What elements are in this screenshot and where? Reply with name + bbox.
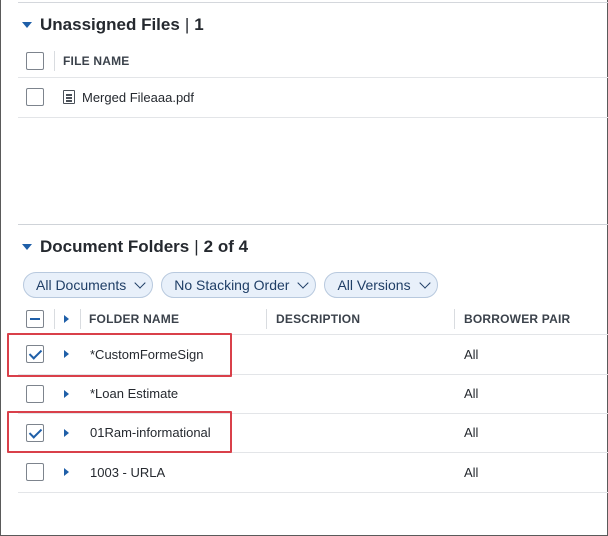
top-border xyxy=(18,2,608,3)
document-folders-title: Document Folders xyxy=(40,237,190,256)
select-all-folders-checkbox[interactable] xyxy=(26,310,44,328)
description-column-header[interactable]: DESCRIPTION xyxy=(276,312,360,326)
all-documents-filter[interactable]: All Documents xyxy=(23,272,154,298)
column-divider xyxy=(80,309,81,329)
filter-chips: All Documents No Stacking Order All Vers… xyxy=(23,272,438,298)
folder-borrower-pair: All xyxy=(464,347,479,362)
file-name-column-header[interactable]: FILE NAME xyxy=(63,54,129,68)
document-icon xyxy=(63,90,75,104)
expand-all-icon[interactable] xyxy=(64,315,69,323)
versions-filter[interactable]: All Versions xyxy=(324,272,438,298)
selection-highlight xyxy=(7,411,232,453)
stacking-order-filter[interactable]: No Stacking Order xyxy=(161,272,317,298)
column-divider xyxy=(454,309,455,329)
unassigned-files-header[interactable]: Unassigned Files | 1 xyxy=(22,15,204,35)
file-row-checkbox[interactable] xyxy=(26,88,44,106)
folder-name-column-header[interactable]: FOLDER NAME xyxy=(89,312,179,326)
chip-label: All Versions xyxy=(337,277,411,293)
document-folders-header[interactable]: Document Folders | 2 of 4 xyxy=(22,237,248,257)
chip-label: All Documents xyxy=(36,277,127,293)
table-row[interactable]: Merged Fileaaa.pdf xyxy=(18,78,608,118)
chevron-down-icon xyxy=(297,277,310,289)
select-all-files-checkbox[interactable] xyxy=(26,52,44,70)
column-divider xyxy=(266,309,267,329)
folder-name[interactable]: 1003 - URLA xyxy=(90,465,165,480)
folder-borrower-pair: All xyxy=(464,465,479,480)
caret-down-icon[interactable] xyxy=(22,22,32,28)
document-folders-count: 2 of 4 xyxy=(203,237,249,256)
column-divider xyxy=(54,309,55,329)
unassigned-files-title: Unassigned Files xyxy=(40,15,180,34)
folders-table-header: FOLDER NAME DESCRIPTION BORROWER PAIR xyxy=(18,302,608,335)
unassigned-files-count: 1 xyxy=(194,15,204,34)
column-divider xyxy=(54,51,55,71)
section-divider xyxy=(18,224,608,225)
folder-borrower-pair: All xyxy=(464,425,479,440)
table-row[interactable]: *Loan Estimate All xyxy=(18,375,608,414)
caret-down-icon[interactable] xyxy=(22,244,32,250)
selection-highlight xyxy=(7,333,232,377)
caret-right-icon[interactable] xyxy=(64,468,69,476)
folder-row-checkbox[interactable] xyxy=(26,385,44,403)
caret-right-icon[interactable] xyxy=(64,390,69,398)
table-row[interactable]: 1003 - URLA All xyxy=(18,453,608,493)
borrower-pair-column-header[interactable]: BORROWER PAIR xyxy=(464,312,570,326)
folder-name[interactable]: *Loan Estimate xyxy=(90,386,178,401)
unassigned-table-header: FILE NAME xyxy=(18,44,608,78)
file-name[interactable]: Merged Fileaaa.pdf xyxy=(82,90,194,105)
chip-label: No Stacking Order xyxy=(174,277,290,293)
title-separator: | xyxy=(184,15,190,34)
chevron-down-icon xyxy=(418,277,431,289)
chevron-down-icon xyxy=(134,277,146,289)
title-separator: | xyxy=(194,237,199,256)
folder-row-checkbox[interactable] xyxy=(26,463,44,481)
folder-borrower-pair: All xyxy=(464,386,479,401)
